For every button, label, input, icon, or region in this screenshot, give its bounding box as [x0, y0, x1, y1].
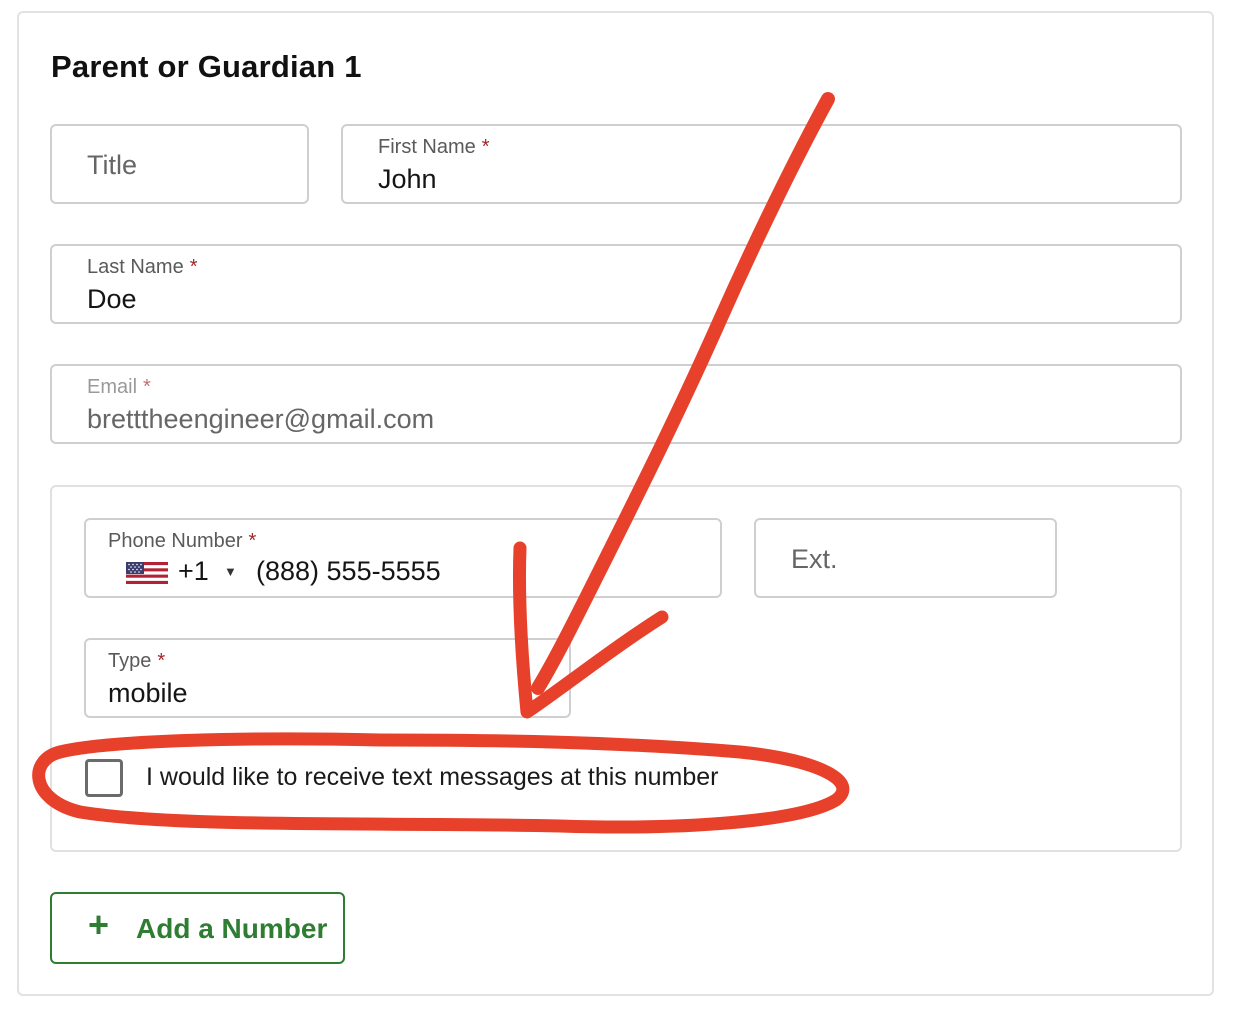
phone-number-label-text: Phone Number [108, 530, 243, 552]
add-number-label: Add a Number [136, 913, 328, 944]
extension-field[interactable]: Ext. [754, 518, 1057, 598]
phone-type-select[interactable]: Type * mobile [84, 638, 571, 718]
section-title: Parent or Guardian 1 [51, 49, 362, 84]
last-name-label-text: Last Name [87, 256, 184, 278]
extension-placeholder: Ext. [791, 544, 838, 574]
add-number-button[interactable]: + Add a Number [50, 892, 345, 964]
email-label-text: Email [87, 376, 138, 398]
required-mark: * [481, 136, 490, 158]
first-name-field[interactable]: First Name * John [341, 124, 1182, 204]
phone-number-value: (888) 555-5555 [256, 556, 441, 586]
country-code[interactable]: +1 [178, 556, 209, 587]
phone-type-value: mobile [108, 678, 188, 708]
last-name-label: Last Name * [87, 256, 198, 279]
required-mark: * [248, 530, 257, 552]
chevron-down-icon[interactable]: ▼ [224, 564, 237, 579]
email-value: bretttheengineer@gmail.com [87, 404, 435, 434]
last-name-value: Doe [87, 284, 137, 314]
first-name-value: John [378, 164, 437, 194]
required-mark: * [189, 256, 198, 278]
phone-number-field[interactable]: Phone Number * +1 ▼ (888) 555-5555 [84, 518, 722, 598]
phone-type-label-text: Type [108, 650, 152, 672]
last-name-field[interactable]: Last Name * Doe [50, 244, 1182, 324]
us-flag-icon[interactable] [126, 562, 168, 584]
sms-opt-in-label[interactable]: I would like to receive text messages at… [146, 763, 719, 792]
title-placeholder: Title [87, 150, 138, 180]
title-field[interactable]: Title [50, 124, 309, 204]
email-field[interactable]: Email * bretttheengineer@gmail.com [50, 364, 1182, 444]
first-name-label-text: First Name [378, 136, 476, 158]
email-label: Email * [87, 376, 151, 399]
required-mark: * [157, 650, 166, 672]
phone-type-label: Type * [108, 650, 165, 673]
sms-opt-in-checkbox[interactable] [85, 759, 123, 797]
first-name-label: First Name * [378, 136, 490, 159]
phone-number-label: Phone Number * [108, 530, 256, 553]
plus-icon: + [88, 904, 110, 945]
required-mark: * [143, 376, 151, 398]
